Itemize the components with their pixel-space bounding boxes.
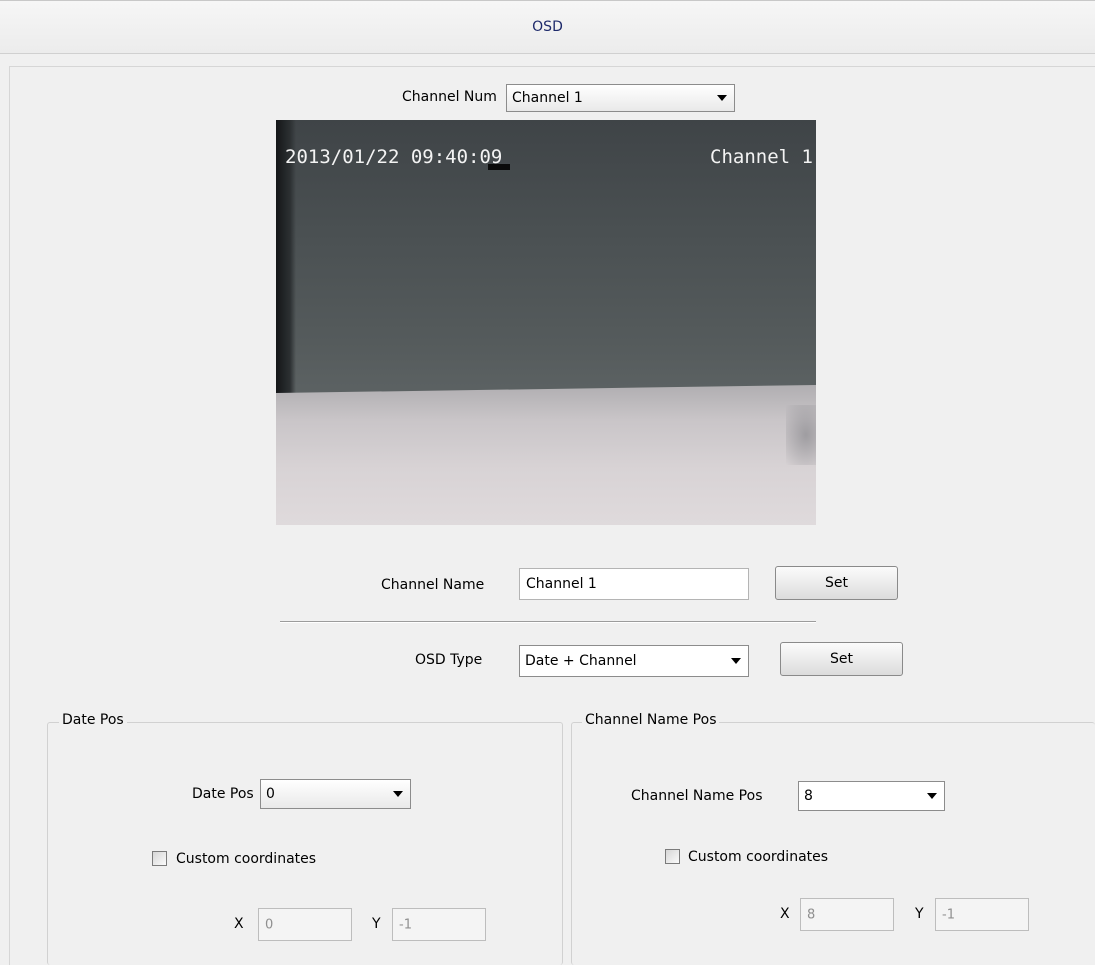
channel-num-value: Channel 1	[512, 90, 583, 106]
channel-x-label: X	[780, 906, 790, 922]
section-divider	[280, 621, 816, 623]
channel-y-label: Y	[915, 906, 924, 922]
date-y-input[interactable]: -1	[392, 908, 486, 941]
channel-x-input[interactable]: 8	[800, 898, 894, 931]
osd-type-set-label: Set	[830, 651, 853, 667]
chevron-down-icon	[731, 658, 741, 664]
chevron-down-icon	[393, 791, 403, 797]
channel-x-value: 8	[807, 907, 816, 922]
chevron-down-icon	[927, 793, 937, 799]
channel-y-input[interactable]: -1	[935, 898, 1029, 931]
osd-type-set-button[interactable]: Set	[780, 642, 903, 676]
channel-name-input[interactable]: Channel 1	[519, 568, 749, 600]
date-y-label: Y	[372, 916, 381, 932]
osd-type-value: Date + Channel	[525, 653, 637, 669]
channel-name-pos-label: Channel Name Pos	[631, 788, 763, 804]
channel-num-label: Channel Num	[402, 89, 497, 105]
channel-name-label: Channel Name	[381, 577, 485, 593]
channel-y-value: -1	[942, 907, 955, 922]
date-x-label: X	[234, 916, 244, 932]
date-pos-label: Date Pos	[192, 786, 254, 802]
date-custom-coordinates-checkbox[interactable]	[152, 851, 167, 866]
date-pos-select[interactable]: 0	[260, 779, 411, 809]
channel-num-select[interactable]: Channel 1	[506, 84, 735, 112]
date-x-input[interactable]: 0	[258, 908, 352, 941]
channel-name-pos-select[interactable]: 8	[798, 781, 945, 811]
header-bar: OSD	[0, 0, 1095, 54]
channel-name-set-button[interactable]: Set	[775, 566, 898, 600]
osd-type-select[interactable]: Date + Channel	[519, 645, 749, 677]
date-pos-group-title: Date Pos	[59, 712, 127, 728]
channel-name-set-label: Set	[825, 575, 848, 591]
date-pos-value: 0	[266, 786, 275, 802]
date-y-value: -1	[399, 917, 412, 932]
channel-name-pos-value: 8	[804, 788, 813, 804]
osd-cursor-block	[488, 164, 510, 170]
channel-custom-coordinates-label: Custom coordinates	[688, 849, 829, 865]
date-x-value: 0	[265, 917, 274, 932]
osd-channel-overlay: Channel 1	[710, 146, 813, 168]
preview-floor-spot	[786, 405, 816, 465]
channel-custom-coordinates-checkbox[interactable]	[665, 849, 680, 864]
page-title: OSD	[532, 19, 563, 35]
channel-name-pos-group-title: Channel Name Pos	[582, 712, 720, 728]
video-preview: 2013/01/22 09:40:09 Channel 1	[276, 120, 816, 525]
channel-name-value: Channel 1	[526, 576, 597, 592]
date-custom-coordinates-label: Custom coordinates	[176, 851, 317, 867]
preview-floor	[276, 385, 816, 525]
chevron-down-icon	[717, 95, 727, 101]
osd-datetime-overlay: 2013/01/22 09:40:09	[285, 146, 503, 168]
osd-type-label: OSD Type	[415, 652, 483, 668]
